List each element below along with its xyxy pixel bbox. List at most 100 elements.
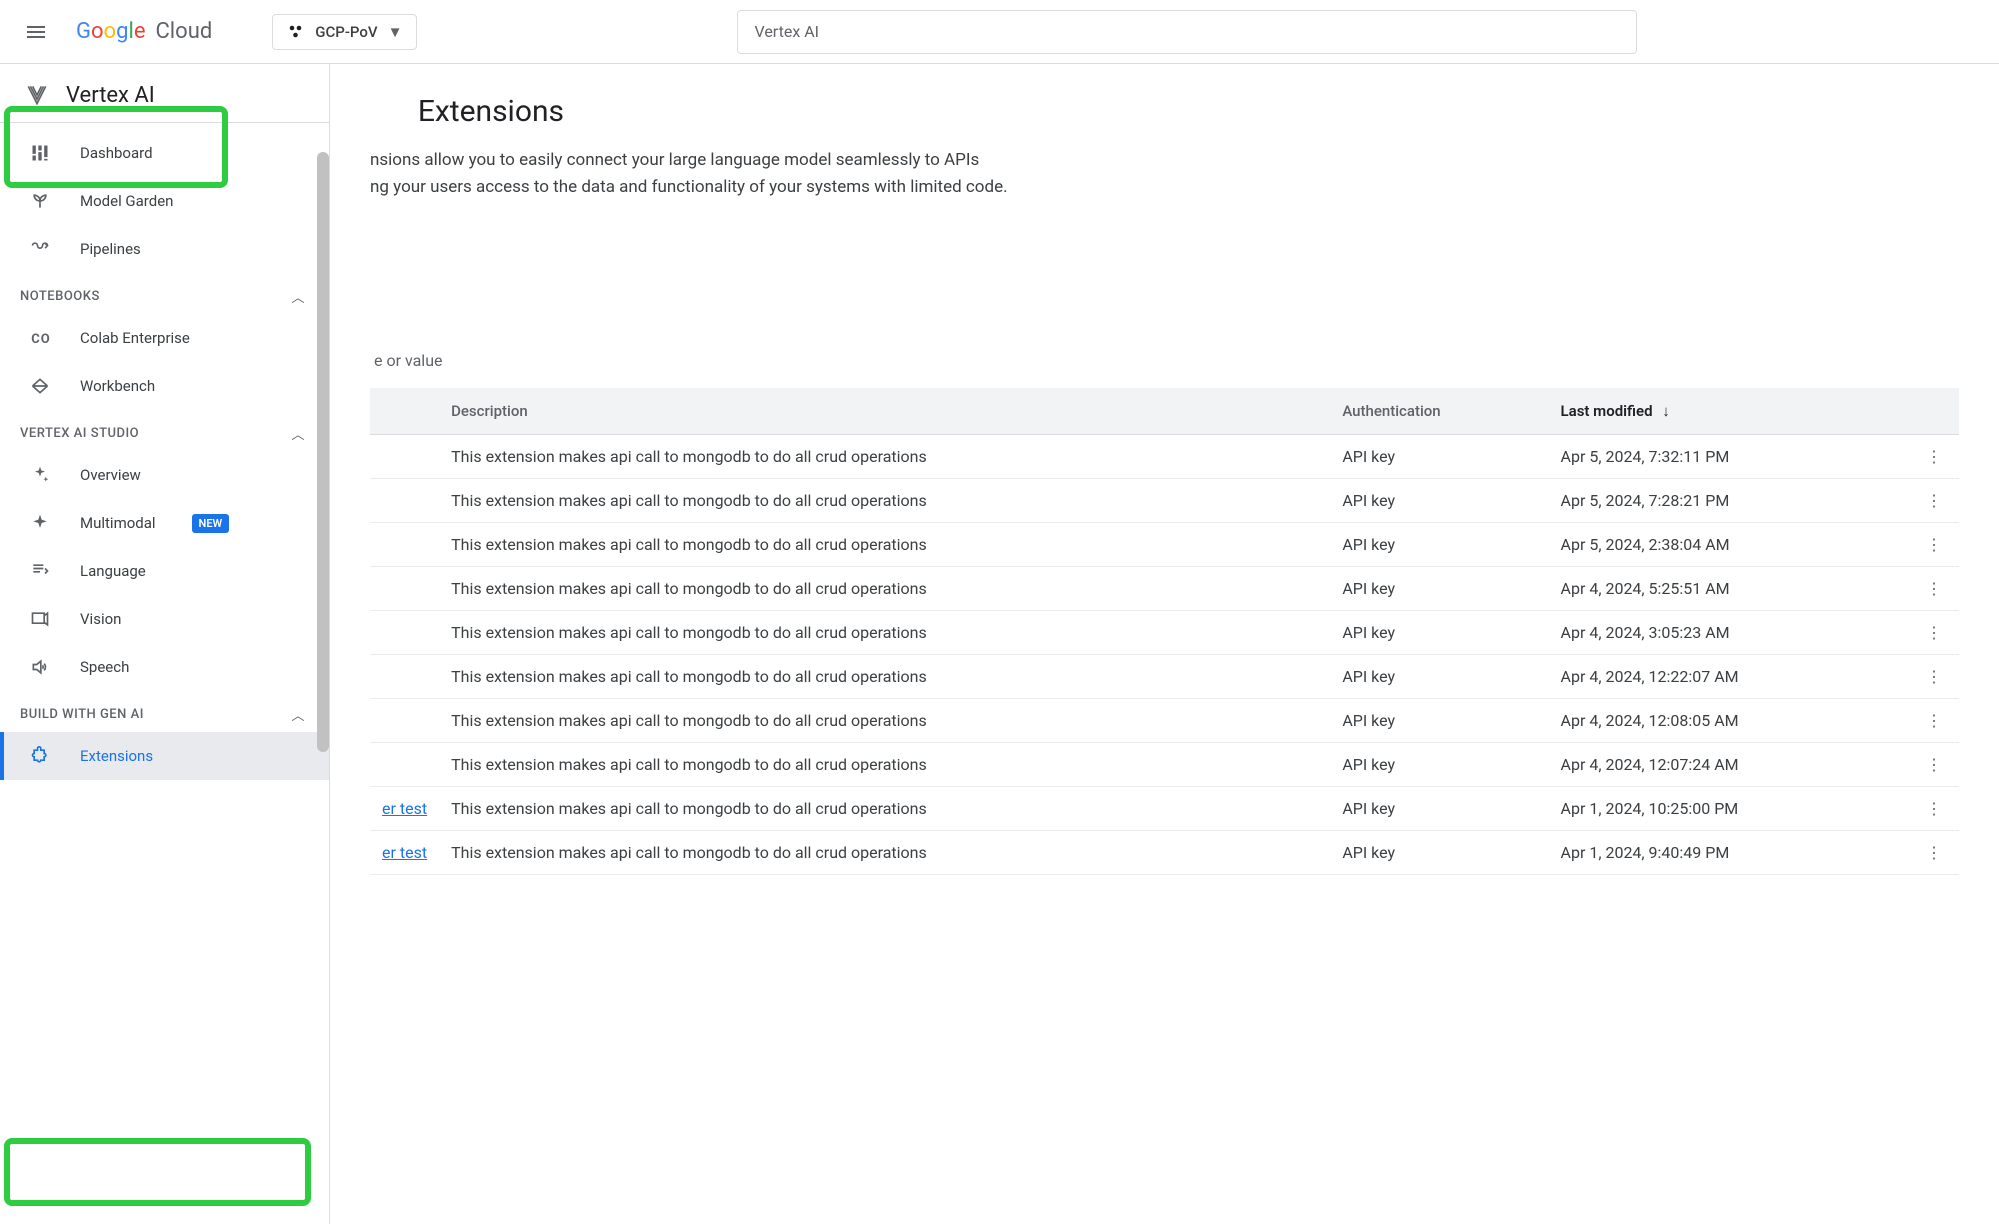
extensions-table: Description Authentication Last modified… xyxy=(370,388,1959,875)
main-content: My Extensions nsions allow you to easily… xyxy=(330,64,1999,1224)
sidebar-item-overview[interactable]: Overview xyxy=(0,451,329,499)
table-row: This extension makes api call to mongodb… xyxy=(370,699,1959,743)
auth-cell: API key xyxy=(1330,435,1548,479)
sidebar-section-vertex-ai-studio[interactable]: VERTEX AI STUDIO ︿ xyxy=(0,410,329,451)
sidebar-item-model-garden[interactable]: Model Garden xyxy=(0,177,329,225)
table-row: This extension makes api call to mongodb… xyxy=(370,655,1959,699)
col-authentication[interactable]: Authentication xyxy=(1330,388,1548,435)
modified-cell: Apr 1, 2024, 9:40:49 PM xyxy=(1549,831,1909,875)
sidebar-scrollbar[interactable] xyxy=(317,152,329,752)
logo-cloud-text: Cloud xyxy=(155,19,212,44)
sidebar-header-vertex-ai[interactable]: Vertex AI xyxy=(0,68,329,123)
section-label: VERTEX AI STUDIO xyxy=(20,426,139,441)
intro-line-2: ng your users access to the data and fun… xyxy=(370,174,1270,201)
auth-cell: API key xyxy=(1330,831,1548,875)
extension-name-cell xyxy=(370,523,439,567)
sidebar-item-label: Language xyxy=(80,562,146,580)
co-icon: CO xyxy=(30,328,52,348)
sidebar-item-label: Workbench xyxy=(80,377,155,395)
modified-cell: Apr 1, 2024, 10:25:00 PM xyxy=(1549,787,1909,831)
google-cloud-logo[interactable]: Google Cloud xyxy=(76,19,212,44)
extension-name-link[interactable]: er test xyxy=(370,787,439,831)
sparkles-icon xyxy=(30,465,52,485)
chevron-up-icon: ︿ xyxy=(291,287,305,306)
row-actions-menu[interactable]: ⋮ xyxy=(1909,435,1959,479)
sidebar-item-extensions[interactable]: Extensions xyxy=(0,732,329,780)
description-cell: This extension makes api call to mongodb… xyxy=(439,611,1330,655)
page-title: My Extensions xyxy=(370,94,1959,129)
sidebar-item-label: Extensions xyxy=(80,747,153,765)
modified-cell: Apr 4, 2024, 5:25:51 AM xyxy=(1549,567,1909,611)
description-cell: This extension makes api call to mongodb… xyxy=(439,787,1330,831)
vision-icon xyxy=(30,609,52,629)
sidebar-item-workbench[interactable]: Workbench xyxy=(0,362,329,410)
table-row: er testThis extension makes api call to … xyxy=(370,831,1959,875)
extension-name-cell xyxy=(370,567,439,611)
lang-icon xyxy=(30,561,52,581)
table-row: er testThis extension makes api call to … xyxy=(370,787,1959,831)
table-row: This extension makes api call to mongodb… xyxy=(370,479,1959,523)
auth-cell: API key xyxy=(1330,567,1548,611)
col-name-partial[interactable] xyxy=(370,388,439,435)
chevron-up-icon: ︿ xyxy=(291,424,305,443)
table-row: This extension makes api call to mongodb… xyxy=(370,435,1959,479)
row-actions-menu[interactable]: ⋮ xyxy=(1909,479,1959,523)
extension-name-cell xyxy=(370,479,439,523)
project-picker[interactable]: GCP-PoV ▼ xyxy=(272,14,417,50)
description-cell: This extension makes api call to mongodb… xyxy=(439,699,1330,743)
modified-cell: Apr 5, 2024, 7:28:21 PM xyxy=(1549,479,1909,523)
modified-cell: Apr 4, 2024, 12:22:07 AM xyxy=(1549,655,1909,699)
sidebar-item-multimodal[interactable]: MultimodalNEW xyxy=(0,499,329,547)
sidebar-item-colab-enterprise[interactable]: COColab Enterprise xyxy=(0,314,329,362)
auth-cell: API key xyxy=(1330,743,1548,787)
row-actions-menu[interactable]: ⋮ xyxy=(1909,787,1959,831)
description-cell: This extension makes api call to mongodb… xyxy=(439,831,1330,875)
filter-input[interactable]: e or value xyxy=(370,341,1959,380)
table-row: This extension makes api call to mongodb… xyxy=(370,743,1959,787)
row-actions-menu[interactable]: ⋮ xyxy=(1909,611,1959,655)
spark-icon xyxy=(30,513,52,533)
new-badge: NEW xyxy=(192,514,230,533)
sidebar-item-label: Pipelines xyxy=(80,240,141,258)
row-actions-menu[interactable]: ⋮ xyxy=(1909,743,1959,787)
top-bar: Google Cloud GCP-PoV ▼ Vertex AI xyxy=(0,0,1999,64)
row-actions-menu[interactable]: ⋮ xyxy=(1909,655,1959,699)
extension-name-cell xyxy=(370,435,439,479)
table-row: This extension makes api call to mongodb… xyxy=(370,523,1959,567)
col-description[interactable]: Description xyxy=(439,388,1330,435)
auth-cell: API key xyxy=(1330,611,1548,655)
extension-name-cell xyxy=(370,655,439,699)
sidebar-section-build-with-gen-ai[interactable]: BUILD WITH GEN AI︿ xyxy=(0,691,329,732)
description-cell: This extension makes api call to mongodb… xyxy=(439,655,1330,699)
row-actions-menu[interactable]: ⋮ xyxy=(1909,699,1959,743)
modified-cell: Apr 5, 2024, 7:32:11 PM xyxy=(1549,435,1909,479)
auth-cell: API key xyxy=(1330,699,1548,743)
sidebar-item-speech[interactable]: Speech xyxy=(0,643,329,691)
auth-cell: API key xyxy=(1330,787,1548,831)
vertex-ai-icon xyxy=(24,82,50,108)
row-actions-menu[interactable]: ⋮ xyxy=(1909,567,1959,611)
table-row: This extension makes api call to mongodb… xyxy=(370,567,1959,611)
sidebar-item-dashboard[interactable]: Dashboard xyxy=(0,129,329,177)
col-actions xyxy=(1909,388,1959,435)
extension-name-link[interactable]: er test xyxy=(370,831,439,875)
search-box[interactable]: Vertex AI xyxy=(737,10,1637,54)
sidebar-item-vision[interactable]: Vision xyxy=(0,595,329,643)
sidebar-item-label: Vision xyxy=(80,610,121,628)
col-last-modified[interactable]: Last modified ↓ xyxy=(1549,388,1909,435)
extension-name-cell xyxy=(370,743,439,787)
section-label: NOTEBOOKS xyxy=(20,289,100,304)
dashboard-icon xyxy=(30,143,52,163)
row-actions-menu[interactable]: ⋮ xyxy=(1909,523,1959,567)
speech-icon xyxy=(30,657,52,677)
sidebar-section-notebooks[interactable]: NOTEBOOKS ︿ xyxy=(0,273,329,314)
menu-icon[interactable] xyxy=(16,12,56,52)
modified-cell: Apr 4, 2024, 3:05:23 AM xyxy=(1549,611,1909,655)
sidebar-item-label: Overview xyxy=(80,466,141,484)
sort-descending-icon: ↓ xyxy=(1662,402,1670,420)
project-name: GCP-PoV xyxy=(315,23,377,41)
sidebar-item-language[interactable]: Language xyxy=(0,547,329,595)
description-cell: This extension makes api call to mongodb… xyxy=(439,743,1330,787)
sidebar-item-pipelines[interactable]: Pipelines xyxy=(0,225,329,273)
row-actions-menu[interactable]: ⋮ xyxy=(1909,831,1959,875)
